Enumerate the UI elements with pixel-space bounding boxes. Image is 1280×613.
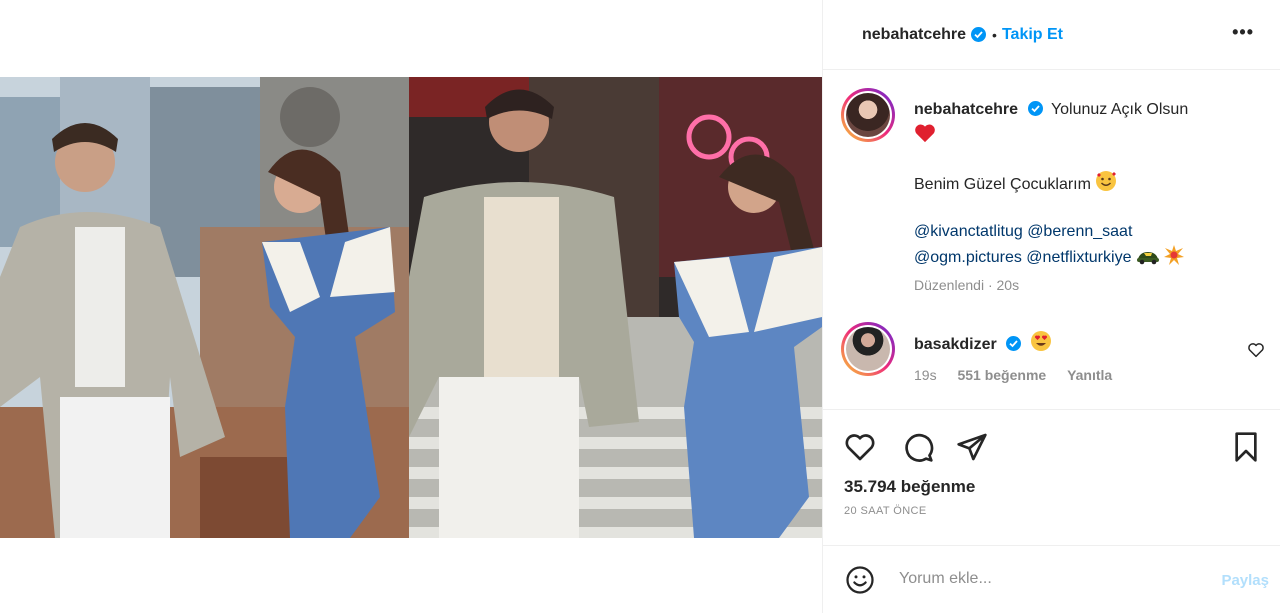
like-heart-icon[interactable] [844,431,876,463]
mention-link[interactable]: @berenn_saat [1027,223,1132,240]
reply-button[interactable]: Yanıtla [1067,367,1112,383]
post-media [0,0,822,613]
photo-right-illustration [409,77,822,538]
like-count[interactable]: 35.794 beğenme [844,477,975,497]
comment-bubble-icon[interactable] [902,431,934,463]
avatar [846,327,890,371]
more-options-icon[interactable]: ••• [1232,22,1254,43]
collision-emoji-icon [1164,245,1185,265]
edited-separator: · [984,277,997,293]
author-username[interactable]: nebahatcehre [862,26,966,44]
mention-link[interactable]: @ogm.pictures [914,249,1022,266]
save-bookmark-icon[interactable] [1230,431,1262,463]
header-separator: • [992,26,997,43]
comment-avatar[interactable] [841,322,895,376]
caption-time: 20s [996,277,1020,293]
comment-time: 19s [914,367,937,383]
post-sidebar: nebahatcehre • Takip Et ••• nebahatcehre… [822,0,1280,613]
caption-meta: Düzenlendi · 20s [914,277,1019,293]
caption-avatar[interactable] [841,88,895,142]
photo-left [0,77,409,538]
comment-like-heart-icon[interactable] [1247,341,1265,359]
mention-link[interactable]: @netflixturkiye [1026,249,1131,266]
edited-label: Düzenlendi [914,277,985,293]
caption-line-2: Benim Güzel Çocuklarım [914,170,1254,198]
photo-right [409,77,822,538]
post-actions: 35.794 beğenme 20 SAAT ÖNCE [823,409,1280,544]
caption-username[interactable]: nebahatcehre [914,101,1018,118]
red-heart-icon [914,123,1254,149]
mentions-line-1: @kivanctatlitug @berenn_saat [914,219,1254,245]
mentions-line-2: @ogm.pictures @netflixturkiye [914,245,1254,271]
car-emoji-icon [1136,252,1159,265]
comments-list: nebahatcehre Yolunuz Açık Olsun Benim Gü… [823,71,1280,409]
verified-badge-icon [1027,101,1043,116]
photo-left-illustration [0,77,409,538]
caption-text: nebahatcehre Yolunuz Açık Olsun Benim Gü… [914,97,1254,271]
mention-link[interactable]: @kivanctatlitug [914,223,1023,240]
comment-composer: Paylaş [823,545,1280,613]
verified-badge-icon [971,27,987,42]
post-comment-button[interactable]: Paylaş [1221,572,1269,589]
comment-input[interactable] [899,570,1189,588]
comment-meta: 19s 551 beğenme Yanıtla [914,367,1129,383]
post-header: nebahatcehre • Takip Et ••• [823,0,1280,70]
share-paper-plane-icon[interactable] [956,431,988,463]
caption-line-1: Yolunuz Açık Olsun [1050,101,1189,118]
post-timestamp: 20 SAAT ÖNCE [844,505,927,517]
verified-badge-icon [1006,336,1022,351]
comment-text: basakdizer [914,330,1052,357]
comment-username[interactable]: basakdizer [914,336,997,353]
avatar [846,93,890,137]
smiling-hearts-emoji-icon [1096,171,1117,191]
emoji-picker-icon[interactable] [845,565,875,595]
comment-likes[interactable]: 551 beğenme [957,367,1046,383]
heart-eyes-emoji-icon [1030,331,1051,351]
caption-line-2-text: Benim Güzel Çocuklarım [914,176,1091,193]
follow-button[interactable]: Takip Et [1002,26,1063,44]
